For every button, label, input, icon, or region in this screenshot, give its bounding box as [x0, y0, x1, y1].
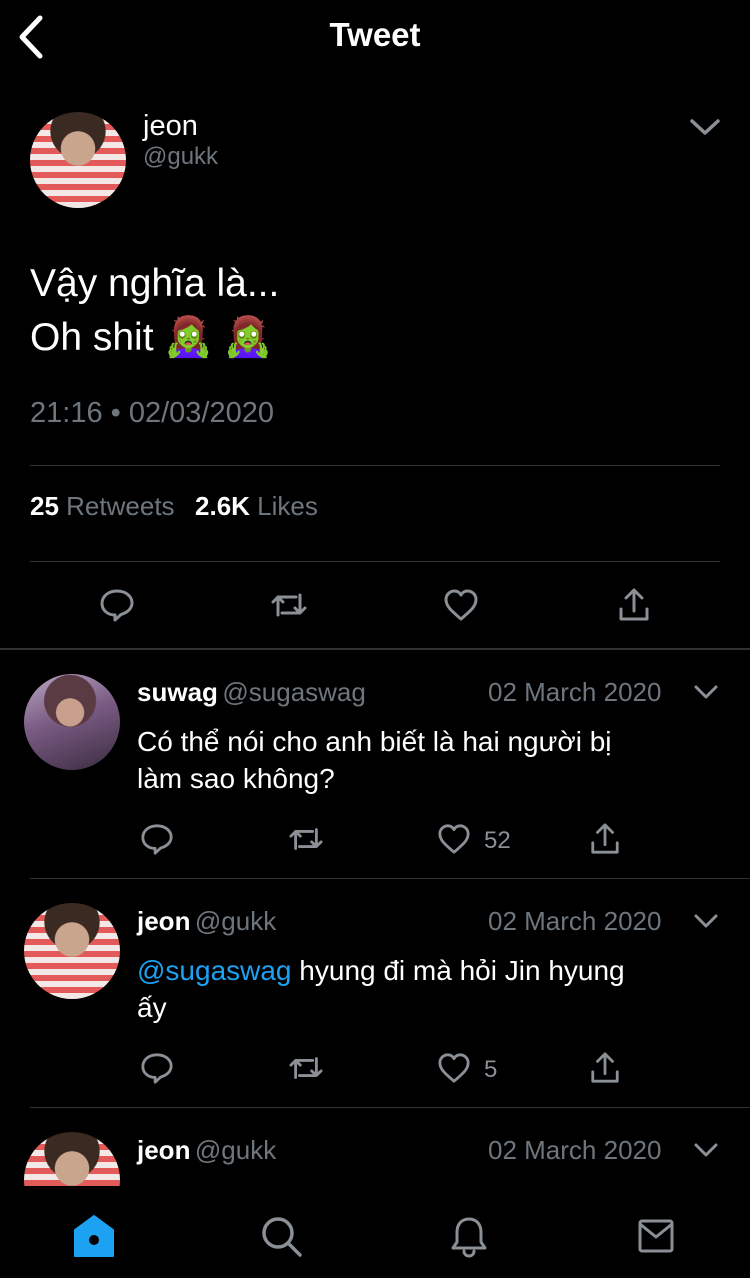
home-icon — [74, 1215, 114, 1257]
tweet-author-name[interactable]: jeon — [143, 110, 198, 143]
reply-text: @sugaswag hyung đi mà hỏi Jin hyung ấy — [137, 952, 717, 1026]
retweet-button[interactable] — [288, 1051, 324, 1085]
tweet-timestamp: 21:16 • 02/03/2020 — [30, 397, 274, 429]
share-icon — [591, 823, 619, 854]
retweets-count[interactable]: 25 — [30, 491, 59, 521]
section-divider — [0, 648, 750, 650]
share-button[interactable] — [589, 1051, 621, 1085]
retweet-icon — [289, 828, 323, 850]
retweet-icon — [289, 1057, 323, 1079]
page-title: Tweet — [329, 16, 421, 53]
reply-text-line: ấy — [137, 992, 167, 1023]
share-button[interactable] — [589, 822, 621, 856]
avatar[interactable] — [24, 903, 120, 999]
avatar[interactable] — [30, 112, 126, 208]
retweets-label[interactable]: Retweets — [66, 491, 174, 521]
search-icon — [262, 1217, 302, 1257]
tweet-text-line: Vậy nghĩa là... — [30, 262, 280, 305]
reply-options-button[interactable] — [693, 911, 719, 931]
retweet-icon — [271, 593, 307, 617]
chevron-down-icon — [694, 914, 718, 928]
reply-icon — [141, 1053, 173, 1084]
like-count: 5 — [484, 1056, 498, 1083]
retweet-button[interactable] — [288, 822, 324, 856]
mention-link[interactable]: @sugaswag — [137, 955, 292, 986]
reply-icon — [141, 824, 173, 855]
divider — [30, 878, 750, 879]
tweet-text-line: Oh shit 🧟‍♀️ 🧟‍♀️ — [30, 316, 273, 359]
chevron-down-icon — [694, 685, 718, 699]
reply-button[interactable] — [140, 1051, 174, 1085]
like-count: 52 — [484, 827, 511, 854]
reply-date: 02 March 2020 — [488, 906, 662, 936]
bell-icon — [451, 1217, 487, 1258]
reply-icon — [100, 589, 134, 622]
mail-icon — [638, 1219, 674, 1253]
reply-date: 02 March 2020 — [488, 1135, 662, 1165]
reply-author-name[interactable]: jeon — [137, 1135, 190, 1165]
avatar[interactable] — [24, 674, 120, 770]
reply-text-line: @sugaswag hyung đi mà hỏi Jin hyung — [137, 952, 717, 989]
reply-author-name[interactable]: suwag — [137, 677, 218, 707]
chevron-down-icon — [690, 119, 720, 135]
reply-button[interactable] — [140, 822, 174, 856]
reply-author-name[interactable]: jeon — [137, 906, 190, 936]
divider — [30, 465, 720, 466]
reply-item: jeon @gukk 02 March 2020 — [0, 1108, 750, 1186]
tweet-author-handle[interactable]: @gukk — [143, 143, 218, 171]
reply-options-button[interactable] — [693, 1140, 719, 1160]
reply-header: suwag @sugaswag — [137, 677, 366, 708]
reply-header: jeon @gukk — [137, 1135, 276, 1166]
divider — [30, 561, 720, 562]
reply-text: Có thể nói cho anh biết là hai người bị … — [137, 723, 717, 797]
avatar[interactable] — [24, 1132, 120, 1186]
reply-author-handle[interactable]: @gukk — [195, 1135, 276, 1165]
tab-home[interactable] — [73, 1214, 115, 1258]
like-icon — [438, 1053, 470, 1083]
like-icon — [438, 824, 470, 854]
tab-messages[interactable] — [638, 1218, 674, 1254]
reply-text-fragment: hyung đi mà hỏi Jin hyung — [291, 955, 625, 986]
like-button[interactable] — [437, 823, 471, 855]
reply-author-handle[interactable]: @gukk — [195, 906, 276, 936]
reply-text-line: làm sao không? — [137, 763, 335, 794]
tweet-stats: 25 Retweets 2.6K Likes — [30, 491, 318, 522]
share-icon — [619, 588, 649, 621]
like-icon — [444, 589, 478, 621]
like-button[interactable] — [443, 588, 479, 622]
tweet-options-button[interactable] — [688, 114, 722, 140]
reply-button[interactable] — [99, 587, 135, 623]
bottom-tab-bar — [0, 1186, 750, 1278]
reply-date: 02 March 2020 — [488, 677, 662, 707]
tab-search[interactable] — [261, 1216, 303, 1258]
likes-count[interactable]: 2.6K — [195, 491, 250, 521]
tab-notifications[interactable] — [450, 1216, 488, 1258]
reply-author-handle[interactable]: @sugaswag — [222, 677, 365, 707]
like-button[interactable] — [437, 1052, 471, 1084]
reply-header: jeon @gukk — [137, 906, 276, 937]
chevron-down-icon — [694, 1143, 718, 1157]
reply-text-line: Có thể nói cho anh biết là hai người bị — [137, 726, 612, 757]
share-icon — [591, 1052, 619, 1083]
retweet-button[interactable] — [270, 587, 308, 623]
likes-label[interactable]: Likes — [257, 491, 318, 521]
reply-options-button[interactable] — [693, 682, 719, 702]
share-button[interactable] — [617, 587, 651, 623]
